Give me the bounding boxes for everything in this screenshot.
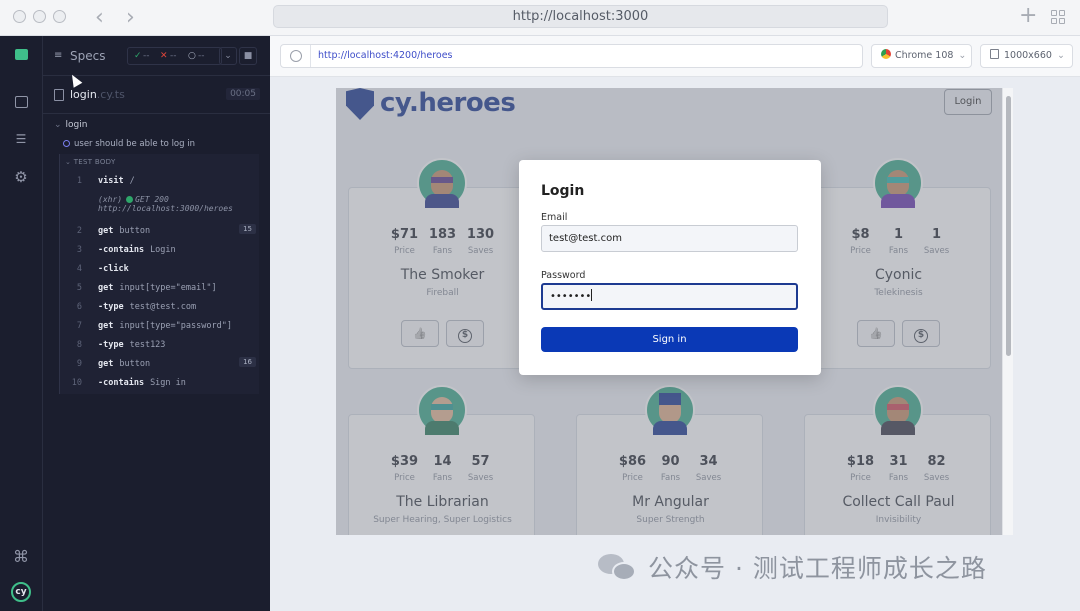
keyboard-shortcuts-icon[interactable]: ⌘ xyxy=(12,548,30,566)
chrome-icon xyxy=(881,49,891,59)
cypress-side-nav: ☰ ⚙ ⌘ cy xyxy=(0,36,43,611)
command-log: ⌄ TEST BODY 1 visit / (xhr) GET 200 http://l… xyxy=(59,154,259,394)
passed-check-icon: ✓ xyxy=(134,51,142,61)
xhr-status-dot-icon xyxy=(126,196,134,203)
runs-icon[interactable] xyxy=(12,93,30,111)
viewport-size-button[interactable]: 1000x660 ⌄ xyxy=(980,44,1073,68)
element-count-badge: 15 xyxy=(239,224,256,234)
forward-arrow-icon[interactable]: › xyxy=(126,5,135,30)
password-input[interactable]: ••••••• xyxy=(541,283,798,310)
pending-count: -- xyxy=(198,51,205,61)
password-label: Password xyxy=(541,270,586,281)
specs-label[interactable]: Specs xyxy=(70,49,105,63)
test-stats: ✓ -- ✕ -- ○ -- xyxy=(127,47,222,65)
specs-list-icon[interactable]: ☰ xyxy=(12,130,30,148)
suite-title[interactable]: ⌄ login xyxy=(54,120,87,130)
settings-gear-icon[interactable]: ⚙ xyxy=(12,168,30,186)
window-titlebar: ‹ › http://localhost:3000 + xyxy=(0,0,1080,36)
aut-url[interactable]: http://localhost:4200/heroes xyxy=(318,50,453,61)
reporter-header: ≡ Specs ✓ -- ✕ -- ○ -- ⌄ ■ xyxy=(43,36,270,76)
aut-url-bar[interactable]: http://localhost:4200/heroes xyxy=(280,44,863,68)
pending-icon: ○ xyxy=(188,51,196,61)
new-tab-icon[interactable]: + xyxy=(1019,3,1037,28)
viewport-icon xyxy=(990,49,999,59)
document-icon xyxy=(54,89,64,101)
specs-toggle-icon[interactable]: ≡ xyxy=(54,50,62,61)
selector-playground-icon[interactable] xyxy=(290,50,302,62)
chevron-down-icon: ⌄ xyxy=(958,50,967,61)
aut-toolbar: http://localhost:4200/heroes Chrome 108 ⌄… xyxy=(270,36,1080,77)
xhr-log-entry[interactable]: (xhr) GET 200 http://localhost:3000/heroes xyxy=(98,195,258,213)
login-modal: Login Email test@test.com Password •••••… xyxy=(519,160,821,375)
browser-select-button[interactable]: Chrome 108 ⌄ xyxy=(871,44,972,68)
spec-duration: 00:05 xyxy=(226,88,260,100)
window-address-bar[interactable]: http://localhost:3000 xyxy=(273,5,888,28)
window-zoom-button[interactable] xyxy=(53,10,66,23)
element-count-badge: 16 xyxy=(239,357,256,367)
cypress-logo-icon: cy xyxy=(11,582,31,602)
aut-scrollbar[interactable] xyxy=(1002,88,1013,535)
email-input[interactable]: test@test.com xyxy=(541,225,798,252)
window-minimize-button[interactable] xyxy=(33,10,46,23)
watermark-text: 公众号 · 测试工程师成长之路 xyxy=(648,554,987,583)
failed-count: -- xyxy=(170,51,177,61)
watermark: 公众号 · 测试工程师成长之路 xyxy=(598,550,987,584)
spec-file-name: login xyxy=(70,88,97,101)
back-arrow-icon[interactable]: ‹ xyxy=(95,5,104,30)
test-title-label: user should be able to log in xyxy=(74,139,195,149)
window-close-button[interactable] xyxy=(13,10,26,23)
chevron-down-icon: ⌄ xyxy=(54,120,62,130)
password-value: ••••••• xyxy=(550,291,592,302)
email-label: Email xyxy=(541,212,568,223)
stop-run-icon[interactable]: ■ xyxy=(239,47,257,65)
suite-label: login xyxy=(65,120,88,130)
sign-in-button[interactable]: Sign in xyxy=(541,327,798,352)
running-spinner-icon xyxy=(63,140,70,147)
text-caret xyxy=(591,289,593,301)
chevron-down-icon: ⌄ xyxy=(1056,50,1065,61)
run-options-chevron-icon[interactable]: ⌄ xyxy=(219,47,237,65)
scrollbar-thumb[interactable] xyxy=(1006,96,1011,356)
modal-title: Login xyxy=(541,183,585,199)
reporter-panel: ≡ Specs ✓ -- ✕ -- ○ -- ⌄ ■ login.cy.ts 0… xyxy=(43,36,270,611)
tab-overview-icon[interactable] xyxy=(1051,10,1065,24)
project-icon[interactable] xyxy=(12,46,30,64)
failed-cross-icon: ✕ xyxy=(160,51,168,61)
test-title[interactable]: user should be able to log in xyxy=(63,139,195,149)
spec-file-extension: .cy.ts xyxy=(96,88,125,101)
wechat-icon xyxy=(598,552,638,582)
test-body-label: ⌄ TEST BODY xyxy=(65,158,116,166)
passed-count: -- xyxy=(143,51,150,61)
